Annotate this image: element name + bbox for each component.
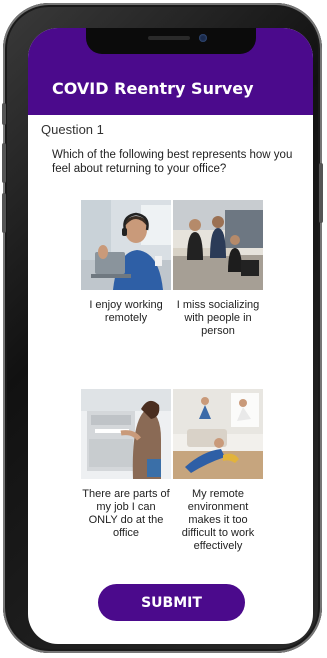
option-label: I miss socializing with people in person [176, 299, 260, 337]
phone-frame: COVID Reentry Survey Question 1 Which of… [2, 3, 323, 653]
phone-power-button [319, 163, 323, 223]
phone-volume-down-button [2, 193, 6, 233]
kids-playing-home-photo [173, 389, 263, 479]
question-text: Which of the following best represents h… [52, 149, 293, 175]
option-label: My remote environment makes it too diffi… [181, 488, 255, 552]
app-title: COVID Reentry Survey [52, 79, 254, 98]
option-enjoy-remote[interactable]: I enjoy working remotely [81, 200, 171, 325]
option-miss-socializing[interactable]: I miss socializing with people in person [173, 200, 263, 338]
submit-button[interactable]: SUBMIT [98, 584, 245, 621]
person-video-call-photo [81, 200, 171, 290]
speaker-grille [148, 36, 190, 40]
option-label: I enjoy working remotely [89, 299, 163, 324]
office-printer-photo [81, 389, 171, 479]
phone-screen: COVID Reentry Survey Question 1 Which of… [28, 28, 313, 644]
phone-mute-switch [2, 103, 6, 125]
front-camera-icon [199, 34, 207, 42]
option-only-at-office[interactable]: There are parts of my job I can ONLY do … [81, 389, 171, 540]
question-number: Question 1 [41, 122, 104, 137]
option-remote-difficult[interactable]: My remote environment makes it too diffi… [173, 389, 263, 553]
phone-notch [86, 28, 256, 54]
option-label: There are parts of my job I can ONLY do … [82, 488, 170, 539]
phone-volume-up-button [2, 143, 6, 183]
office-coworkers-photo [173, 200, 263, 290]
